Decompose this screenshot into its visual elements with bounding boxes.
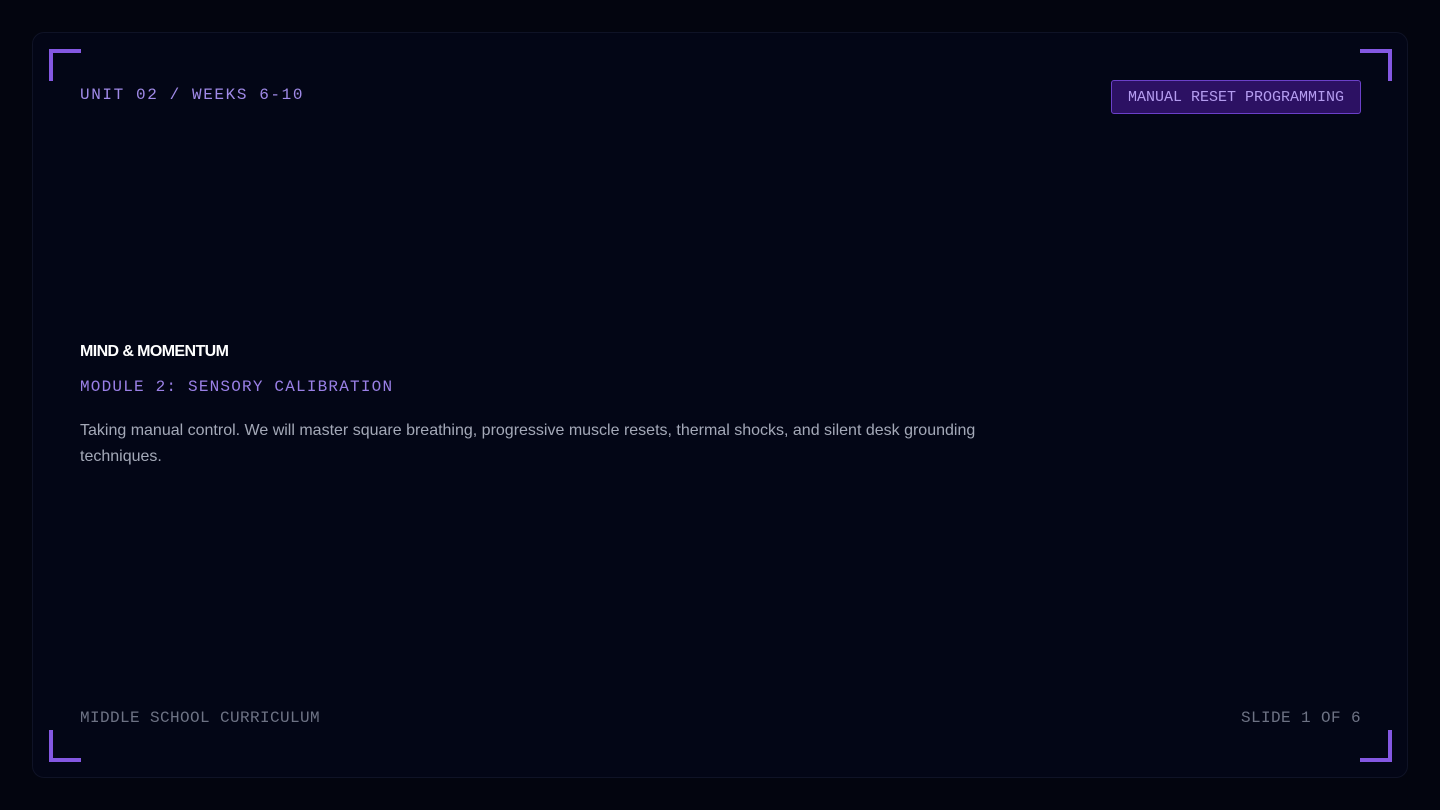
unit-label: UNIT 02 / WEEKS 6-10: [80, 86, 305, 104]
module-title: MODULE 2: SENSORY CALIBRATION: [80, 378, 394, 396]
slide-frame: UNIT 02 / WEEKS 6-10 MANUAL RESET PROGRA…: [32, 32, 1408, 778]
corner-bracket-top-left: [49, 49, 81, 81]
brand-title: MIND & MOMENTUM: [80, 343, 229, 360]
slide-content: MIND & MOMENTUM MODULE 2: SENSORY CALIBR…: [80, 341, 980, 486]
corner-bracket-bottom-right: [1360, 730, 1392, 762]
corner-bracket-bottom-left: [49, 730, 81, 762]
slide-counter: SLIDE 1 OF 6: [1240, 709, 1361, 727]
module-description: Taking manual control. We will master sq…: [80, 422, 976, 465]
program-tag-badge: MANUAL RESET PROGRAMMING: [1110, 80, 1361, 114]
curriculum-label: MIDDLE SCHOOL CURRICULUM: [80, 709, 321, 727]
corner-bracket-top-right: [1360, 49, 1392, 81]
